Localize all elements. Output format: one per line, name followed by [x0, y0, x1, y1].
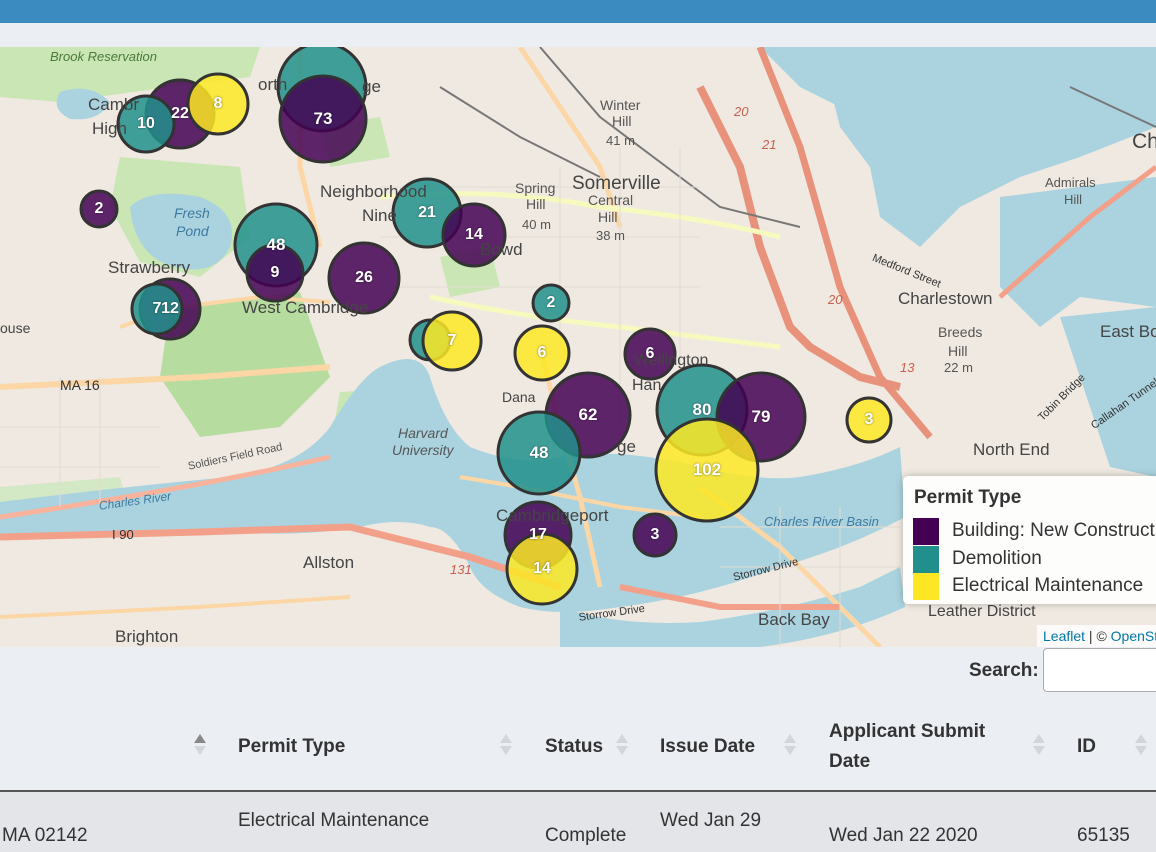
map-place-label: ge — [617, 437, 636, 456]
legend-swatch-building — [913, 518, 939, 545]
map-place-label: Hill — [948, 343, 968, 359]
map-place-label: University — [392, 442, 454, 458]
map-place-label: West Cambridge — [242, 298, 369, 317]
cluster-marker-building[interactable] — [245, 243, 305, 303]
cluster-marker-electrical[interactable] — [505, 532, 579, 606]
cluster-marker-electrical[interactable] — [654, 417, 760, 523]
legend-swatch-demolition — [913, 546, 939, 573]
map-place-label: Pond — [176, 223, 209, 239]
map-place-label: Hill — [1064, 192, 1083, 207]
cluster-marker-electrical[interactable] — [421, 310, 483, 372]
map-place-label: 38 m — [596, 228, 625, 243]
map-place-label: Wellington — [634, 352, 709, 369]
map-place-label: I 90 — [112, 527, 134, 542]
map-place-label: North End — [973, 440, 1050, 459]
map-place-label: Winter — [600, 97, 641, 113]
cluster-marker-electrical[interactable] — [513, 324, 571, 382]
map-place-label: Hill — [612, 113, 632, 129]
map-place-label: 22 m — [944, 360, 973, 375]
cluster-marker-electrical[interactable] — [186, 72, 250, 136]
map-place-label: Leather District — [928, 603, 1036, 620]
cluster-marker-building[interactable] — [278, 74, 368, 164]
legend-swatch-electrical — [913, 573, 939, 600]
search-label: Search: — [969, 660, 1039, 681]
column-header-status[interactable]: Status — [545, 732, 603, 762]
map-place-label: Hill — [598, 209, 618, 225]
cluster-marker-demolition[interactable] — [531, 283, 571, 323]
map-place-label: Admirals — [1045, 175, 1096, 190]
map-place-label: High — [92, 119, 127, 138]
map-place-label: MA 16 — [60, 377, 100, 393]
sort-icon-permit-type[interactable] — [500, 734, 512, 755]
map-place-label: Central — [588, 192, 634, 208]
map-place-label: 21 — [762, 137, 777, 152]
map-place-label: Brighton — [115, 627, 179, 646]
map-place-label: Charlestown — [898, 289, 993, 308]
map-place-label: Bowd — [480, 240, 523, 259]
map-place-label: East Bo — [1100, 322, 1156, 341]
map-place-label: Charles River Basin — [764, 514, 879, 529]
map-place-label: 40 m — [522, 217, 551, 232]
map-place-label: 20 — [828, 292, 843, 307]
attribution-separator: | © — [1085, 628, 1111, 644]
map-place-label: Allston — [303, 553, 355, 572]
top-bar — [0, 0, 1156, 23]
map-place-label: Harvard — [398, 425, 448, 441]
map-place-label: ge — [362, 77, 381, 96]
cluster-marker-demolition[interactable] — [496, 410, 582, 496]
legend-title: Permit Type — [914, 487, 1022, 508]
leaflet-link[interactable]: Leaflet — [1043, 628, 1085, 644]
legend-label-demolition: Demolition — [952, 548, 1042, 569]
column-header-submit-date[interactable]: Applicant Submit Date — [829, 717, 1009, 777]
table-row[interactable]: MA 02142 Electrical Maintenance Complete… — [0, 792, 1156, 852]
permit-map[interactable]: Brook Reservation Cambr High Neighborhood Ni… — [0, 47, 1156, 647]
map-place-label: Han — [632, 377, 662, 394]
map-place-label: Neighborhood — [320, 182, 427, 201]
osm-link[interactable]: OpenStreetMap — [1111, 628, 1156, 644]
map-place-label: Breeds — [938, 324, 983, 340]
map-place-label: Brook Reservation — [50, 49, 157, 64]
map-place-label: Nine — [362, 206, 397, 225]
map-place-label: Cambridgeport — [496, 506, 609, 525]
map-place-label: Spring — [515, 180, 556, 196]
sort-icon-issue-date[interactable] — [784, 734, 796, 755]
column-header-issue-date[interactable]: Issue Date — [660, 732, 755, 762]
search-input[interactable] — [1043, 648, 1156, 692]
map-place-label: ouse — [0, 320, 31, 336]
map-place-label: 13 — [900, 360, 915, 375]
cluster-marker-building[interactable] — [632, 512, 678, 558]
map-legend: Permit Type Building: New Construction D… — [903, 476, 1156, 604]
map-place-label: Hill — [526, 196, 546, 212]
sort-icon-id[interactable] — [1135, 734, 1147, 755]
column-header-id[interactable]: ID — [1077, 732, 1096, 762]
column-header-permit-type[interactable]: Permit Type — [238, 732, 345, 762]
map-place-label: Cambr — [88, 95, 140, 114]
map-place-label: Fresh — [174, 205, 210, 221]
legend-label-electrical: Electrical Maintenance — [952, 575, 1144, 596]
cell-issue-date: Wed Jan 29 — [660, 810, 762, 831]
map-attribution: Leaflet | © OpenStreetMap — [1037, 625, 1156, 647]
sort-icon-submit-date[interactable] — [1033, 734, 1045, 755]
cluster-marker-demolition[interactable] — [130, 282, 184, 336]
map-place-label: Back Bay — [758, 610, 830, 629]
map-place-label: Strawberry — [108, 258, 191, 277]
map-place-label: 41 m — [606, 133, 635, 148]
map-place-label: 20 — [734, 104, 749, 119]
map-place-label: Ch — [1132, 130, 1156, 153]
map-place-label: orth — [258, 75, 288, 94]
sort-icon-address[interactable] — [194, 734, 206, 755]
cell-permit-type: Electrical Maintenance — [238, 810, 430, 831]
sort-icon-status[interactable] — [616, 734, 628, 755]
map-place-label: Dana — [502, 389, 536, 405]
cluster-marker-building[interactable] — [79, 189, 119, 229]
cluster-marker-electrical[interactable] — [845, 396, 893, 444]
legend-label-building: Building: New Construction — [952, 520, 1156, 541]
map-place-label: 131 — [450, 562, 472, 577]
